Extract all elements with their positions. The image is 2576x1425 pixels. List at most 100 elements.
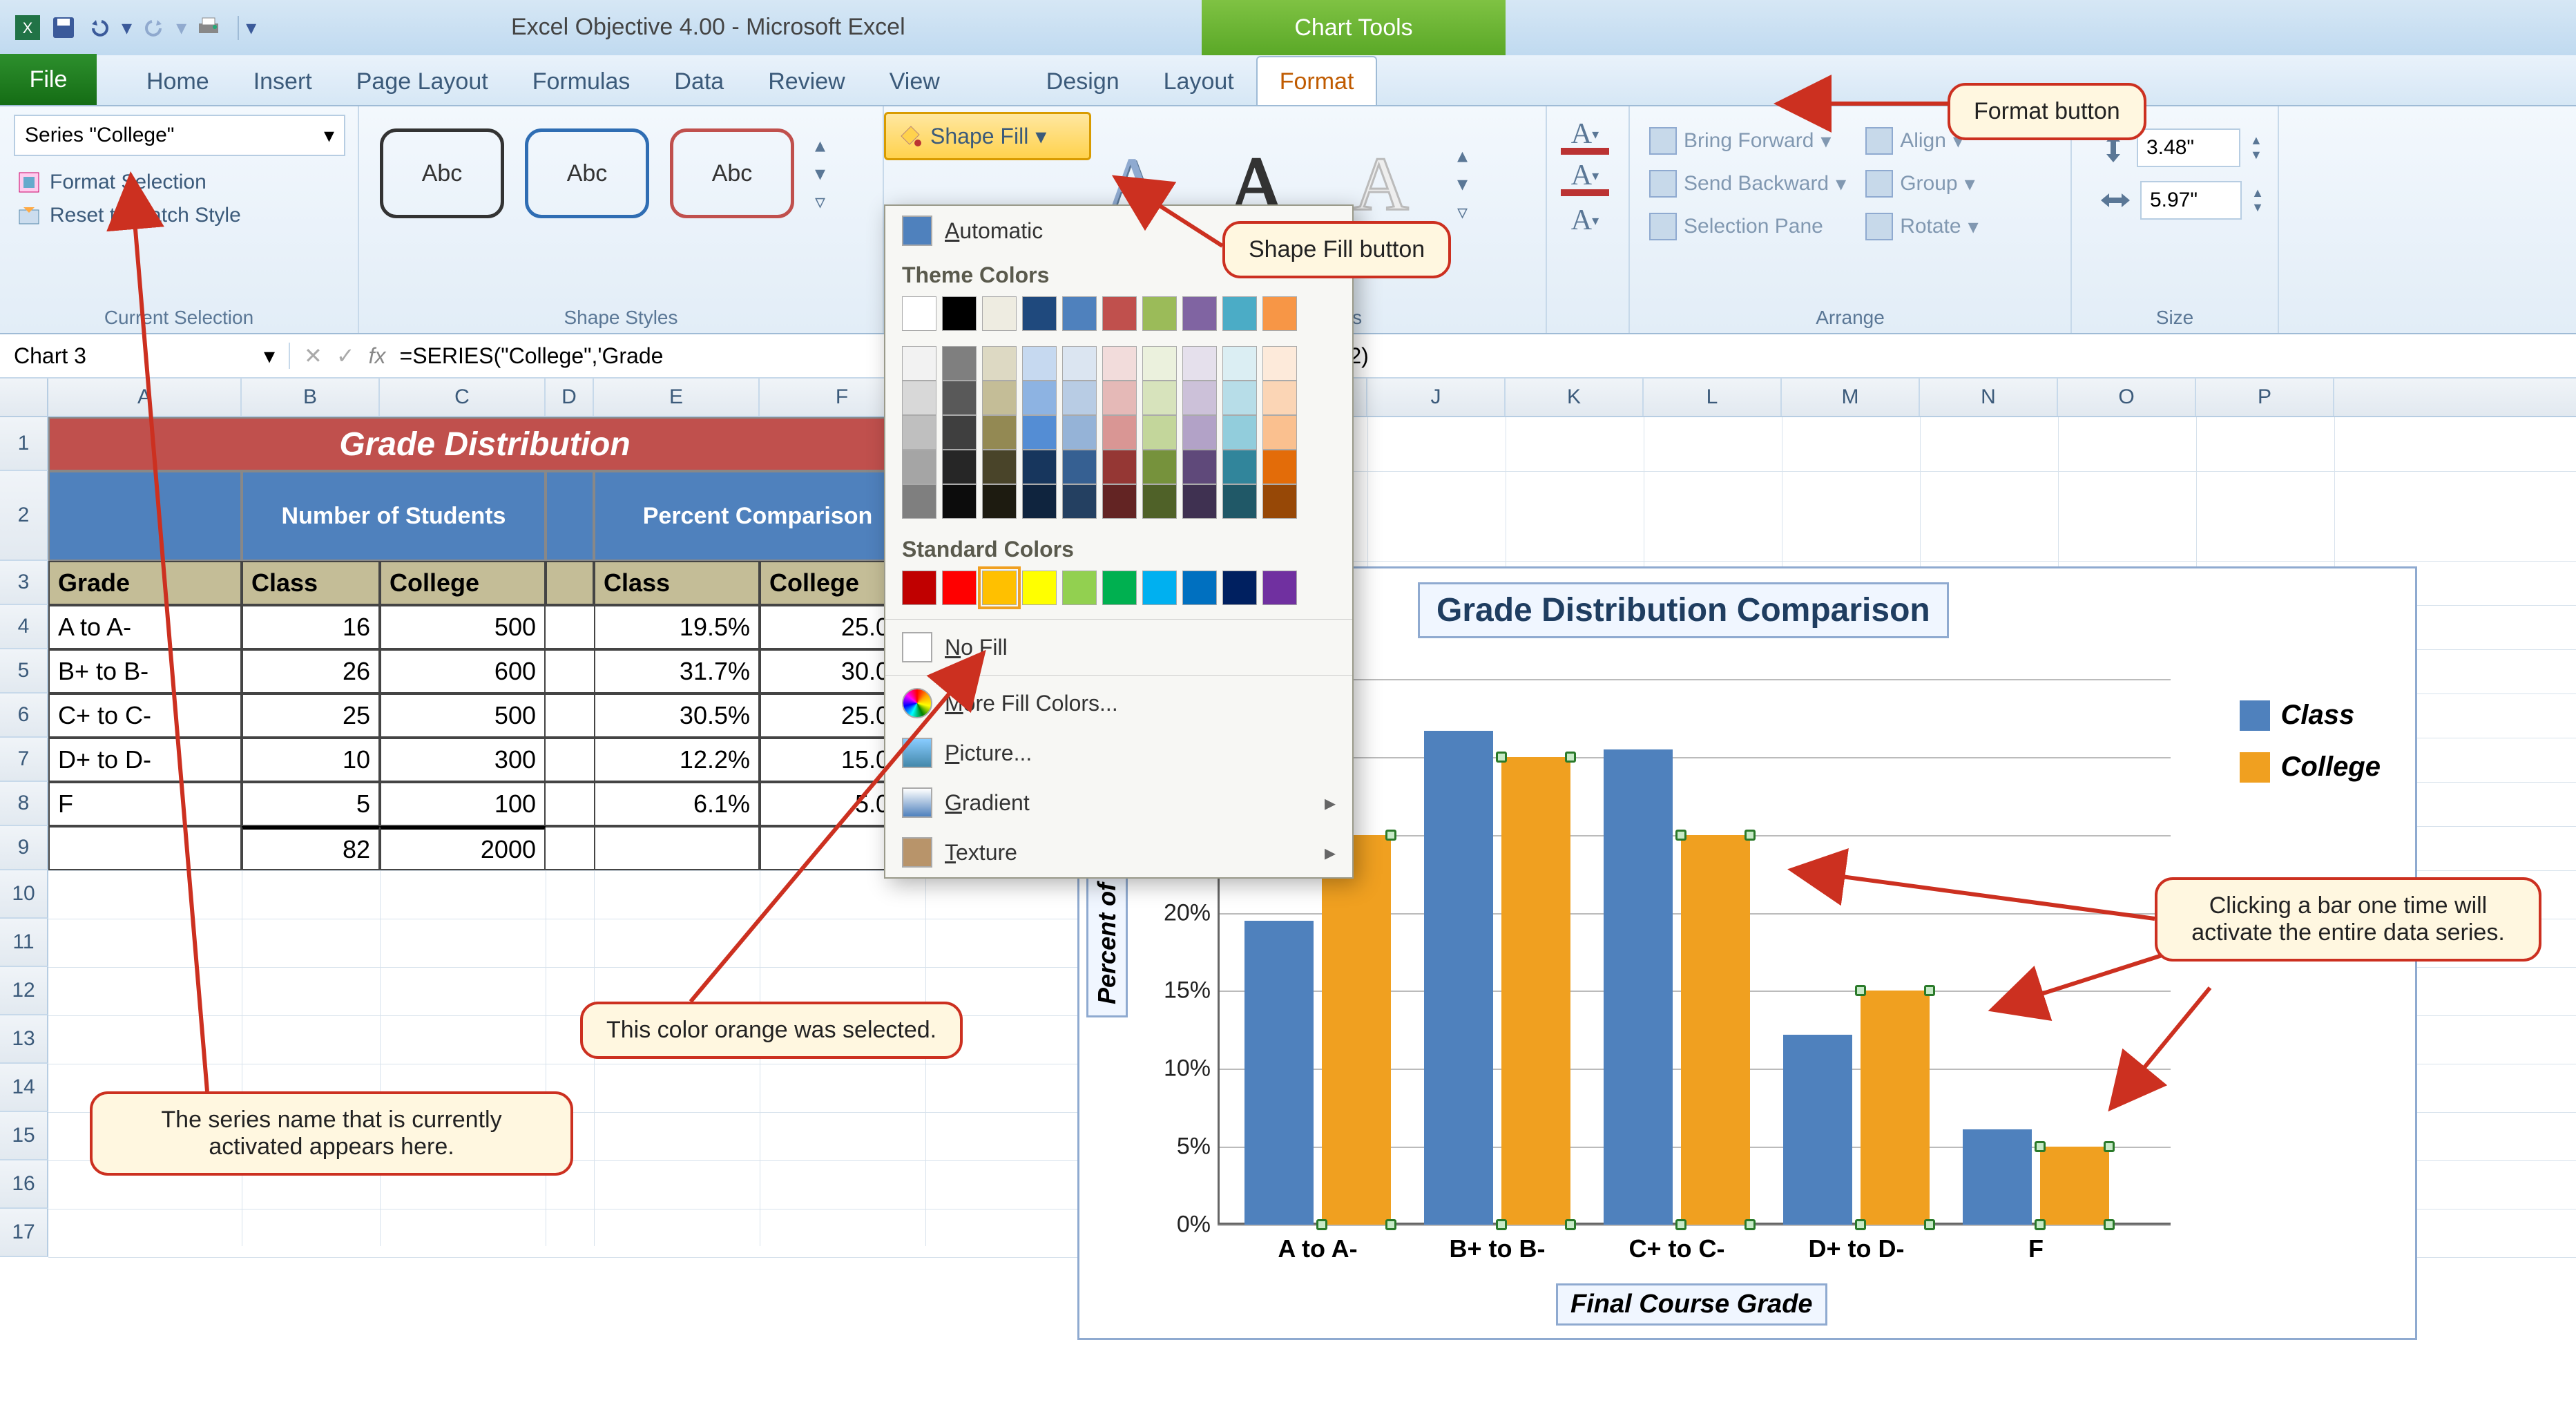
- cell-class-n[interactable]: 10: [242, 738, 380, 782]
- theme-shade-swatch[interactable]: [942, 484, 977, 519]
- bar-class[interactable]: [1963, 1129, 2032, 1225]
- texture-fill-item[interactable]: Texture▸: [885, 828, 1352, 877]
- theme-shade-swatch[interactable]: [942, 450, 977, 484]
- shape-style-2[interactable]: Abc: [525, 128, 649, 218]
- theme-shade-swatch[interactable]: [1022, 484, 1057, 519]
- cell-grade[interactable]: B+ to B-: [48, 649, 242, 694]
- theme-color-swatch[interactable]: [1222, 296, 1257, 331]
- row-header-15[interactable]: 15: [0, 1112, 48, 1160]
- rotate-button[interactable]: Rotate ▾: [1860, 210, 1983, 243]
- cell-grade[interactable]: F: [48, 782, 242, 826]
- spinner-down-icon[interactable]: ▼: [2251, 200, 2264, 215]
- print-icon[interactable]: [195, 14, 222, 41]
- cell-class-n[interactable]: 26: [242, 649, 380, 694]
- excel-icon[interactable]: X: [14, 14, 41, 41]
- row-header-10[interactable]: 10: [0, 870, 48, 919]
- theme-color-swatch[interactable]: [1182, 296, 1217, 331]
- redo-icon[interactable]: [140, 14, 168, 41]
- theme-color-swatch[interactable]: [1262, 296, 1297, 331]
- theme-shade-swatch[interactable]: [1022, 346, 1057, 381]
- tab-format[interactable]: Format: [1256, 56, 1378, 105]
- cell-class-p[interactable]: 6.1%: [594, 782, 760, 826]
- bar-college[interactable]: [2040, 1147, 2109, 1225]
- col-header-L[interactable]: L: [1644, 379, 1782, 416]
- gallery-down-icon[interactable]: ▾: [815, 162, 825, 186]
- theme-shade-swatch[interactable]: [1102, 346, 1137, 381]
- theme-shade-swatch[interactable]: [1222, 381, 1257, 415]
- theme-shade-swatch[interactable]: [1102, 415, 1137, 450]
- theme-shade-swatch[interactable]: [982, 381, 1017, 415]
- col-header-O[interactable]: O: [2058, 379, 2196, 416]
- save-icon[interactable]: [50, 14, 77, 41]
- col-header-P[interactable]: P: [2196, 379, 2334, 416]
- theme-shade-swatch[interactable]: [1062, 450, 1097, 484]
- gallery-down-icon[interactable]: ▾: [1457, 172, 1468, 196]
- cell-grade[interactable]: C+ to C-: [48, 694, 242, 738]
- theme-shade-swatch[interactable]: [1222, 346, 1257, 381]
- cell-class-p[interactable]: 31.7%: [594, 649, 760, 694]
- theme-shade-swatch[interactable]: [1062, 346, 1097, 381]
- cell-college-n[interactable]: 100: [380, 782, 546, 826]
- chart-legend[interactable]: Class College: [2240, 700, 2381, 803]
- row-header-6[interactable]: 6: [0, 694, 48, 738]
- theme-color-swatch[interactable]: [902, 296, 936, 331]
- theme-shade-swatch[interactable]: [1182, 450, 1217, 484]
- col-header-K[interactable]: K: [1506, 379, 1644, 416]
- col-header-A[interactable]: A: [48, 379, 242, 416]
- shape-height-input[interactable]: 3.48": [2137, 128, 2240, 167]
- tab-view[interactable]: View: [867, 57, 962, 105]
- row-header-13[interactable]: 13: [0, 1015, 48, 1064]
- gradient-fill-item[interactable]: Gradient▸: [885, 778, 1352, 828]
- undo-dropdown-icon[interactable]: ▾: [122, 16, 132, 40]
- cell-class-p[interactable]: 19.5%: [594, 605, 760, 649]
- cell-college-n[interactable]: 600: [380, 649, 546, 694]
- col-header-B[interactable]: B: [242, 379, 380, 416]
- cell-class-p[interactable]: 30.5%: [594, 694, 760, 738]
- redo-dropdown-icon[interactable]: ▾: [176, 16, 186, 40]
- theme-shade-swatch[interactable]: [1262, 484, 1297, 519]
- shape-style-1[interactable]: Abc: [380, 128, 504, 218]
- theme-shade-swatch[interactable]: [982, 415, 1017, 450]
- theme-shade-swatch[interactable]: [1062, 381, 1097, 415]
- row-header-2[interactable]: 2: [0, 471, 48, 561]
- formula-text-left[interactable]: =SERIES("College",'Grade: [400, 343, 664, 369]
- cell-class-p[interactable]: 12.2%: [594, 738, 760, 782]
- col-header-M[interactable]: M: [1782, 379, 1920, 416]
- legend-item-college[interactable]: College: [2240, 752, 2381, 783]
- enter-icon[interactable]: ✓: [336, 343, 355, 369]
- selection-pane-button[interactable]: Selection Pane: [1644, 210, 1852, 243]
- theme-shade-swatch[interactable]: [1142, 484, 1177, 519]
- theme-shade-swatch[interactable]: [1102, 450, 1137, 484]
- cell-grade[interactable]: A to A-: [48, 605, 242, 649]
- standard-color-swatch[interactable]: [1222, 571, 1257, 605]
- col-header-C[interactable]: C: [380, 379, 546, 416]
- theme-color-swatch[interactable]: [942, 296, 977, 331]
- no-fill-item[interactable]: No Fill: [885, 622, 1352, 672]
- gallery-more-icon[interactable]: ▿: [815, 190, 825, 214]
- theme-color-swatch[interactable]: [1062, 296, 1097, 331]
- theme-shade-swatch[interactable]: [1262, 415, 1297, 450]
- select-all-corner[interactable]: [0, 379, 48, 416]
- undo-icon[interactable]: [86, 14, 113, 41]
- tab-data[interactable]: Data: [652, 57, 746, 105]
- spinner-up-icon[interactable]: ▲: [2250, 133, 2262, 148]
- standard-color-swatch[interactable]: [1022, 571, 1057, 605]
- cell-college-n[interactable]: 500: [380, 694, 546, 738]
- theme-shade-swatch[interactable]: [1142, 450, 1177, 484]
- qat-customize-icon[interactable]: ▾: [238, 16, 263, 40]
- col-header-E[interactable]: E: [594, 379, 760, 416]
- theme-shade-swatch[interactable]: [1262, 381, 1297, 415]
- gallery-up-icon[interactable]: ▴: [1457, 144, 1468, 168]
- row-header-5[interactable]: 5: [0, 649, 48, 694]
- row-header-9[interactable]: 9: [0, 826, 48, 870]
- x-axis-label[interactable]: Final Course Grade: [1556, 1283, 1827, 1326]
- theme-shade-swatch[interactable]: [942, 381, 977, 415]
- text-effects-button[interactable]: A ▾: [1561, 203, 1609, 238]
- theme-shade-swatch[interactable]: [1102, 381, 1137, 415]
- bar-college[interactable]: [1322, 835, 1391, 1225]
- reset-to-match-style-button[interactable]: Reset to Match Style: [14, 199, 344, 232]
- name-box[interactable]: Chart 3 ▾: [0, 343, 290, 369]
- cell-grade[interactable]: D+ to D-: [48, 738, 242, 782]
- theme-shade-swatch[interactable]: [1062, 415, 1097, 450]
- row-header-16[interactable]: 16: [0, 1160, 48, 1209]
